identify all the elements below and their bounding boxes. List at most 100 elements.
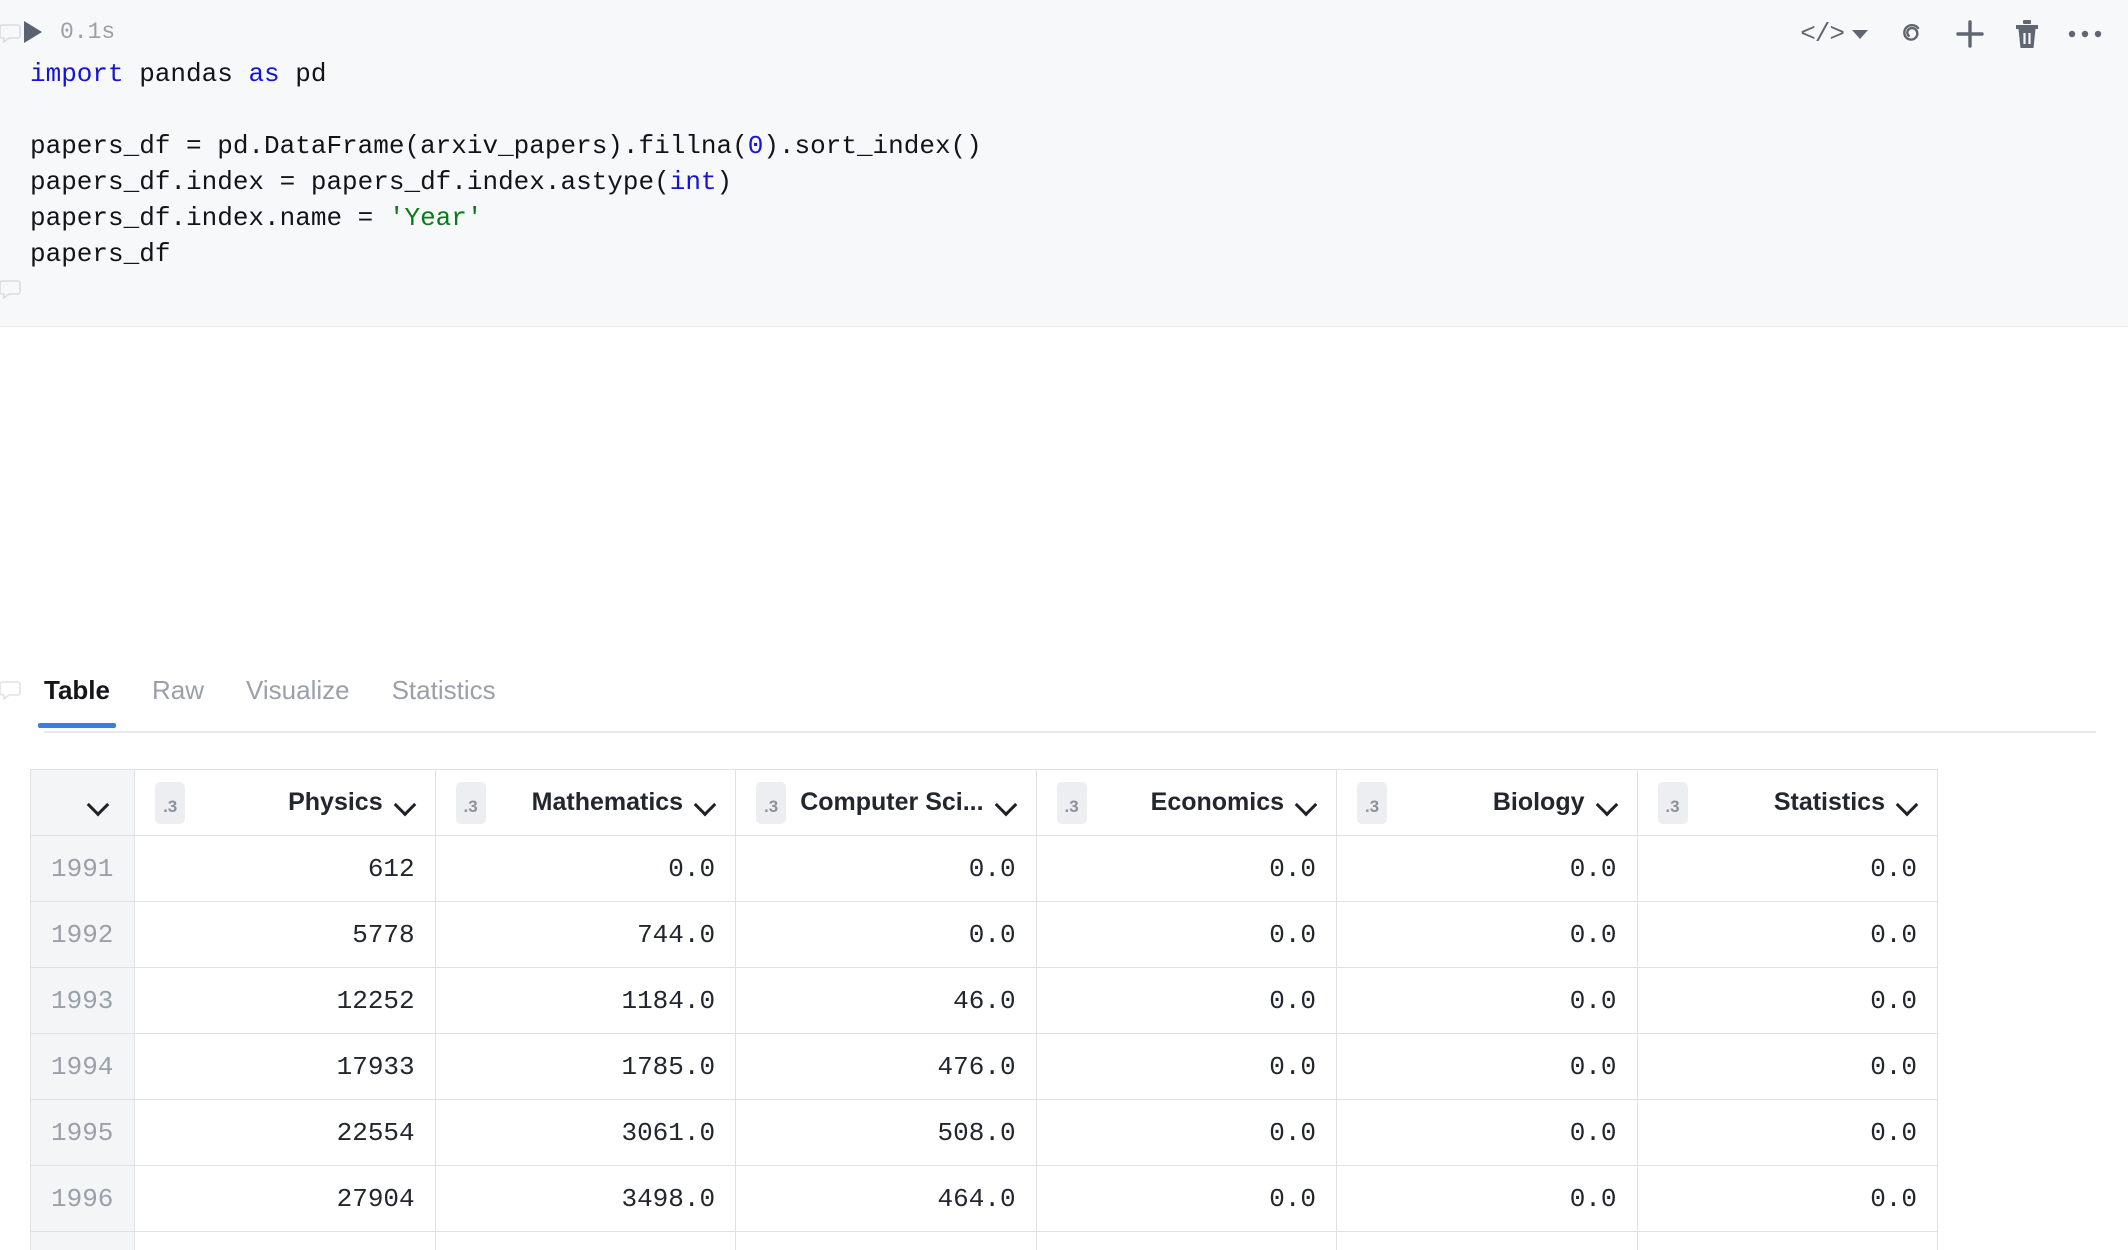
table-cell[interactable]: 0.0 — [1036, 1232, 1336, 1250]
code-token: pd — [280, 59, 327, 89]
code-token: as — [248, 59, 279, 89]
column-type-badge: .3 — [756, 782, 786, 824]
column-header[interactable]: .3 Statistics — [1637, 770, 1938, 836]
code-token: ) — [717, 167, 733, 197]
table-cell[interactable]: 0.0 — [1637, 968, 1938, 1034]
table-cell[interactable]: 22554 — [135, 1100, 435, 1166]
table-body: 19916120.00.00.00.00.019925778744.00.00.… — [31, 836, 1938, 1250]
comment-marker-icon — [0, 278, 22, 300]
chevron-down-icon[interactable] — [1296, 797, 1316, 809]
table-cell[interactable]: 0.0 — [1637, 902, 1938, 968]
table-cell[interactable]: 12252 — [135, 968, 435, 1034]
execution-time: 0.1s — [60, 19, 115, 45]
column-type-badge: .3 — [1357, 782, 1387, 824]
code-token: papers_df.index.name = — [30, 203, 389, 233]
table-row[interactable]: 1997346304439.0370.00.00.00.0 — [31, 1232, 1938, 1250]
table-cell[interactable]: 0.0 — [1337, 1100, 1637, 1166]
delete-cell-button[interactable] — [2012, 18, 2042, 50]
code-token: 'Year' — [389, 203, 483, 233]
table-cell[interactable]: 0.0 — [435, 836, 735, 902]
table-cell[interactable]: 0.0 — [1337, 968, 1637, 1034]
table-cell[interactable]: 0.0 — [1036, 1034, 1336, 1100]
chevron-down-icon[interactable] — [1897, 797, 1917, 809]
table-row[interactable]: 19916120.00.00.00.00.0 — [31, 836, 1938, 902]
code-token: pandas — [124, 59, 249, 89]
table-cell[interactable]: 0.0 — [736, 902, 1036, 968]
table-cell[interactable]: 0.0 — [736, 836, 1036, 902]
index-column-header[interactable] — [31, 770, 135, 836]
code-format-dropdown[interactable]: </> — [1800, 19, 1868, 49]
table-cell[interactable]: 27904 — [135, 1166, 435, 1232]
column-type-badge: .3 — [456, 782, 486, 824]
table-cell[interactable]: 0.0 — [1036, 902, 1336, 968]
table-cell[interactable]: 370.0 — [736, 1232, 1036, 1250]
table-cell[interactable]: 0.0 — [1637, 1034, 1938, 1100]
table-cell[interactable]: 3061.0 — [435, 1100, 735, 1166]
cell-toolbar: </> — [1800, 14, 2102, 54]
table-cell[interactable]: 1184.0 — [435, 968, 735, 1034]
column-header[interactable]: .3Physics — [135, 770, 435, 836]
table-row[interactable]: 1995225543061.0508.00.00.00.0 — [31, 1100, 1938, 1166]
table-row[interactable]: 19925778744.00.00.00.00.0 — [31, 902, 1938, 968]
table-cell[interactable]: 476.0 — [736, 1034, 1036, 1100]
row-index-cell: 1992 — [31, 902, 135, 968]
column-type-badge: .3 — [1057, 782, 1087, 824]
data-table: .3Physics.3Mathematics.3Computer Sci....… — [30, 769, 1938, 1250]
column-header[interactable]: .3Biology — [1337, 770, 1637, 836]
table-cell[interactable]: 4439.0 — [435, 1232, 735, 1250]
table-cell[interactable]: 5778 — [135, 902, 435, 968]
tab-statistics[interactable]: Statistics — [392, 675, 496, 728]
table-cell[interactable]: 34630 — [135, 1232, 435, 1250]
run-cell-button[interactable] — [24, 21, 42, 43]
table-cell[interactable]: 612 — [135, 836, 435, 902]
table-row[interactable]: 1994179331785.0476.00.00.00.0 — [31, 1034, 1938, 1100]
tab-raw[interactable]: Raw — [152, 675, 204, 728]
table-cell[interactable]: 0.0 — [1337, 1034, 1637, 1100]
code-editor[interactable]: import pandas as pdpapers_df = pd.DataFr… — [30, 56, 982, 272]
table-cell[interactable]: 17933 — [135, 1034, 435, 1100]
table-cell[interactable]: 0.0 — [1036, 1100, 1336, 1166]
tab-visualize[interactable]: Visualize — [246, 675, 350, 728]
chevron-down-icon[interactable] — [395, 797, 415, 809]
table-cell[interactable]: 508.0 — [736, 1100, 1036, 1166]
code-line: import pandas as pd — [30, 56, 982, 92]
table-row[interactable]: 1996279043498.0464.00.00.00.0 — [31, 1166, 1938, 1232]
code-line: papers_df — [30, 236, 982, 272]
column-header[interactable]: .3Computer Sci... — [736, 770, 1036, 836]
code-token: papers_df.index = papers_df.index.astype… — [30, 167, 670, 197]
column-header-label: Physics — [197, 788, 382, 817]
tab-table[interactable]: Table — [44, 675, 110, 728]
column-header[interactable]: .3Mathematics — [435, 770, 735, 836]
table-cell[interactable]: 744.0 — [435, 902, 735, 968]
table-cell[interactable]: 1785.0 — [435, 1034, 735, 1100]
table-cell[interactable]: 0.0 — [1337, 902, 1637, 968]
table-cell[interactable]: 0.0 — [1337, 1166, 1637, 1232]
table-cell[interactable]: 464.0 — [736, 1166, 1036, 1232]
chevron-down-icon[interactable] — [695, 797, 715, 809]
table-row[interactable]: 1993122521184.046.00.00.00.0 — [31, 968, 1938, 1034]
code-line: papers_df.index = papers_df.index.astype… — [30, 164, 982, 200]
table-cell[interactable]: 0.0 — [1036, 836, 1336, 902]
chevron-down-icon[interactable] — [1597, 797, 1617, 809]
chevron-down-icon[interactable] — [996, 797, 1016, 809]
code-token: 0 — [748, 131, 764, 161]
table-cell[interactable]: 0.0 — [1337, 836, 1637, 902]
column-header-label: Statistics — [1700, 788, 1886, 817]
table-cell[interactable]: 0.0 — [1637, 1166, 1938, 1232]
table-cell[interactable]: 0.0 — [1337, 1232, 1637, 1250]
code-token: import — [30, 59, 124, 89]
tabs-divider — [44, 731, 2096, 733]
more-options-button[interactable] — [2068, 28, 2102, 40]
table-cell[interactable]: 0.0 — [1036, 968, 1336, 1034]
table-cell[interactable]: 0.0 — [1637, 1100, 1938, 1166]
spiral-icon[interactable] — [1894, 17, 1928, 51]
table-cell[interactable]: 0.0 — [1637, 1232, 1938, 1250]
column-header[interactable]: .3Economics — [1036, 770, 1336, 836]
table-cell[interactable]: 3498.0 — [435, 1166, 735, 1232]
data-table-wrapper[interactable]: .3Physics.3Mathematics.3Computer Sci....… — [30, 769, 1938, 1250]
add-cell-button[interactable] — [1954, 18, 1986, 50]
table-cell[interactable]: 0.0 — [1036, 1166, 1336, 1232]
column-type-badge: .3 — [1658, 782, 1688, 824]
table-cell[interactable]: 46.0 — [736, 968, 1036, 1034]
table-cell[interactable]: 0.0 — [1637, 836, 1938, 902]
